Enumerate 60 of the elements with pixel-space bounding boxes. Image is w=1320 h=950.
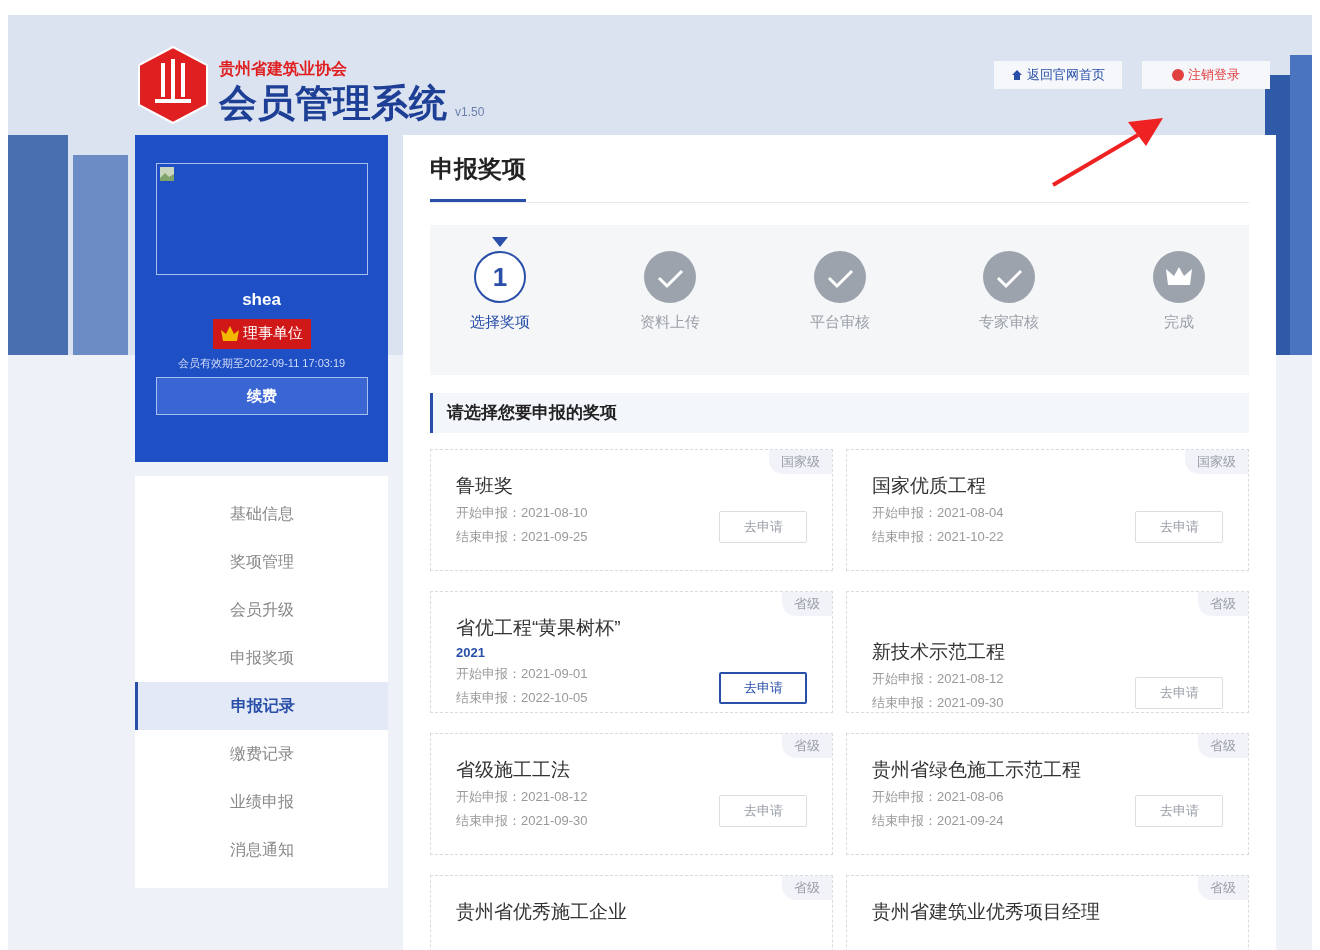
sidebar-item[interactable]: 申报奖项: [135, 634, 388, 682]
apply-button[interactable]: 去申请: [719, 672, 807, 704]
level-tag: 省级: [1198, 592, 1248, 616]
start-date: 开始申报：2021-08-04: [872, 503, 1004, 522]
level-tag: 国家级: [769, 450, 832, 474]
sidebar-item[interactable]: 奖项管理: [135, 538, 388, 586]
end-date: 结束申报：2022-10-05: [456, 689, 588, 707]
step-number: 1: [474, 251, 526, 303]
apply-button[interactable]: 去申请: [719, 794, 807, 827]
award-title: 贵州省建筑业优秀项目经理: [872, 900, 1101, 924]
award-title: 省级施工工法: [456, 758, 571, 782]
sidebar-item[interactable]: 申报记录: [135, 682, 388, 730]
level-tag: 国家级: [1185, 450, 1248, 474]
level-tag: 省级: [782, 592, 832, 616]
apply-button[interactable]: 去申请: [1135, 510, 1223, 543]
level-tag: 省级: [782, 876, 832, 900]
level-tag: 省级: [1198, 734, 1248, 758]
username: shea: [242, 289, 281, 311]
sidebar-item[interactable]: 缴费记录: [135, 730, 388, 778]
start-date: 开始申报：2021-08-10: [456, 503, 588, 522]
award-title: 贵州省优秀施工企业: [456, 900, 628, 924]
end-date: 结束申报：2021-09-25: [456, 527, 588, 546]
level-tag: 省级: [782, 734, 832, 758]
start-date: 开始申报：2021-08-12: [872, 669, 1004, 688]
member-badge: 理事单位: [212, 318, 311, 349]
award-title: 省优工程“黄果树杯”: [456, 616, 622, 640]
level-tag: 省级: [1198, 876, 1248, 900]
logout-button[interactable]: 注销登录: [1142, 61, 1270, 89]
award-title: 新技术示范工程: [872, 640, 1006, 664]
section-heading: 请选择您要申报的奖项: [430, 393, 1249, 433]
step-label: 完成: [1164, 312, 1194, 332]
apply-button[interactable]: 去申请: [719, 510, 807, 543]
home-link-button[interactable]: 返回官网首页: [994, 61, 1122, 89]
start-date: 开始申报：2021-08-06: [872, 787, 1004, 806]
apply-button[interactable]: 去申请: [1135, 676, 1223, 709]
apply-button[interactable]: 去申请: [1135, 794, 1223, 827]
org-name: 贵州省建筑业协会: [219, 58, 348, 80]
start-date: 开始申报：2021-09-01: [456, 665, 588, 683]
sidebar-item[interactable]: 业绩申报: [135, 778, 388, 826]
start-date: 开始申报：2021-08-12: [456, 787, 588, 806]
award-title: 国家优质工程: [872, 474, 987, 498]
step-label: 平台审核: [809, 312, 870, 332]
award-title: 贵州省绿色施工示范工程: [872, 758, 1082, 782]
version-label: v1.50: [455, 104, 485, 121]
sidebar-item[interactable]: 基础信息: [135, 490, 388, 538]
system-title: 会员管理系统: [219, 81, 447, 125]
end-date: 结束申报：2021-10-22: [872, 527, 1004, 546]
page-title: 申报奖项: [430, 149, 526, 202]
sidebar-item[interactable]: 消息通知: [135, 826, 388, 874]
sidebar-item[interactable]: 会员升级: [135, 586, 388, 634]
award-year: 2021: [456, 643, 486, 662]
step-label: 资料上传: [639, 312, 700, 332]
step-label: 选择奖项: [470, 312, 530, 332]
end-date: 结束申报：2021-09-24: [872, 811, 1004, 830]
renew-button[interactable]: 续费: [155, 377, 368, 415]
step-label: 专家审核: [979, 312, 1040, 332]
end-date: 结束申报：2021-09-30: [456, 811, 588, 830]
end-date: 结束申报：2021-09-30: [872, 693, 1004, 712]
award-title: 鲁班奖: [456, 474, 514, 498]
expiry-text: 会员有效期至2022-09-11 17:03:19: [177, 355, 346, 371]
